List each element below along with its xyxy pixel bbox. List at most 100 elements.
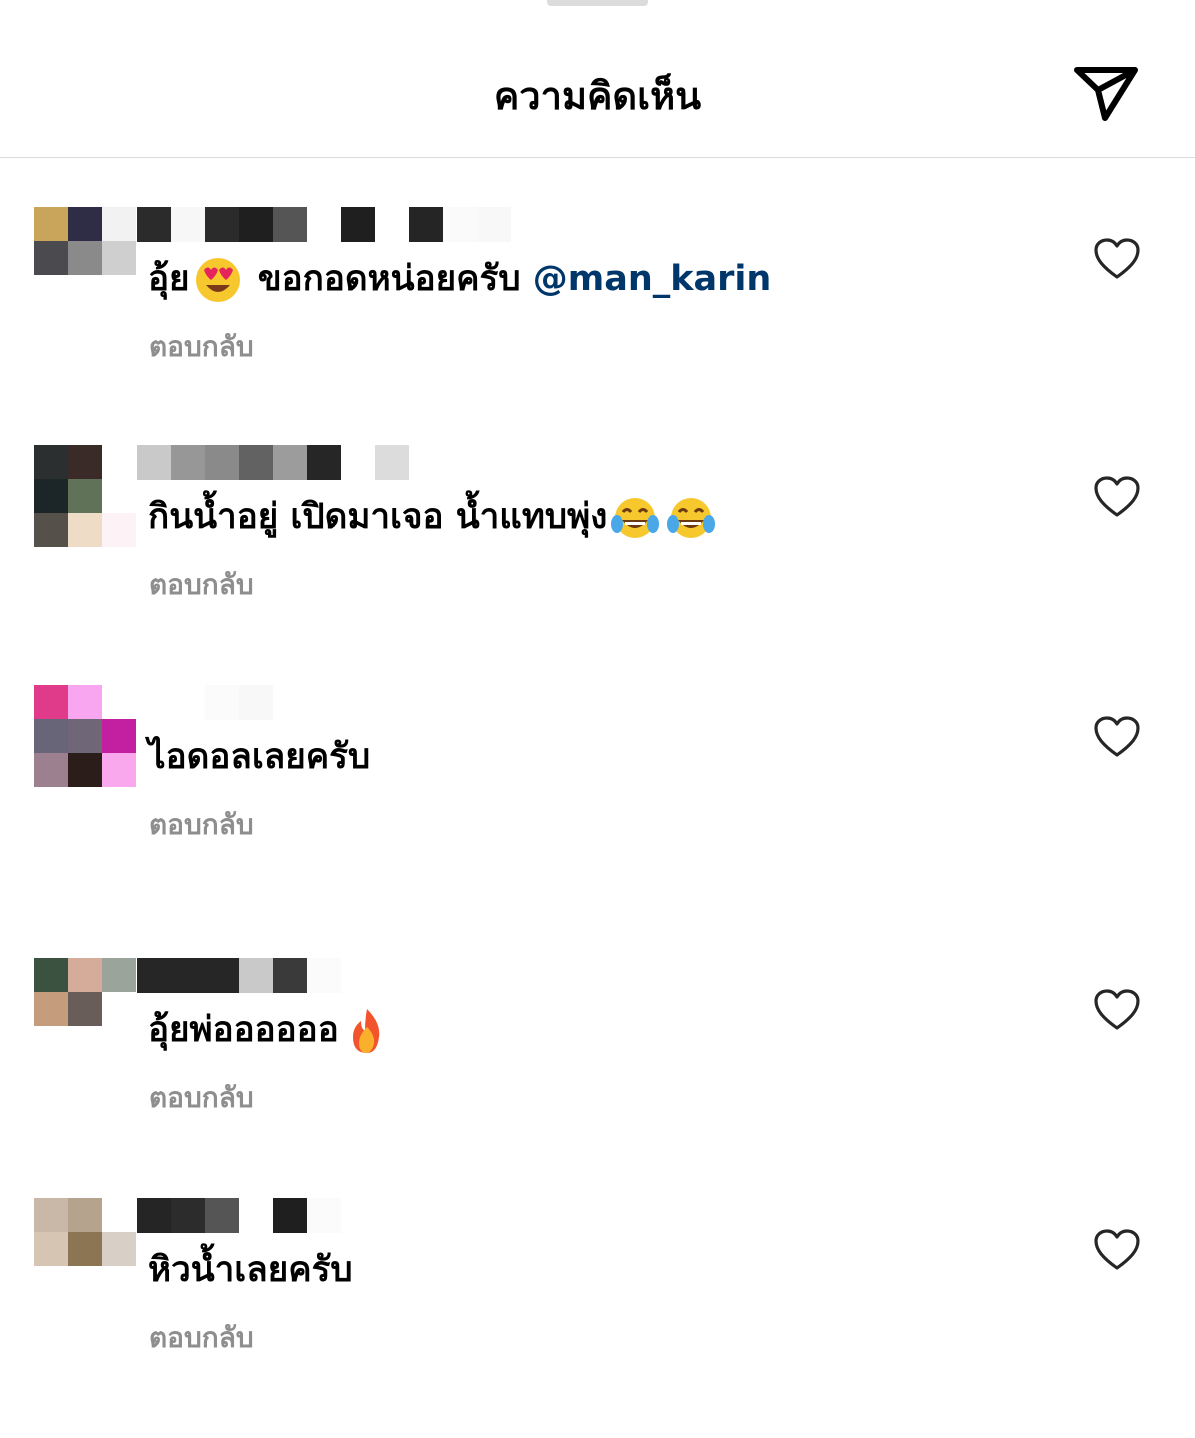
comment-item: อุ้ย ขอกอดหน่อยครับ @man_karin ตอบกลับ (0, 207, 1195, 447)
username-pixel (375, 445, 409, 480)
comment-body: ไอดอลเลยครับ (148, 737, 371, 777)
username-blurred[interactable] (137, 445, 409, 480)
comment-item: ไอดอลเลยครับตอบกลับ (0, 685, 1195, 925)
avatar-pixel (102, 1198, 136, 1232)
avatar[interactable] (34, 685, 138, 787)
username-pixel (443, 207, 477, 242)
avatar-pixel (102, 445, 136, 479)
avatar[interactable] (34, 207, 138, 277)
username-pixel (477, 207, 511, 242)
avatar[interactable] (34, 1198, 138, 1268)
username-pixel (171, 958, 205, 993)
username-pixel (307, 207, 341, 242)
avatar-pixel (34, 479, 68, 513)
comment-body: อุ้ย (148, 259, 190, 299)
username-pixel (137, 207, 171, 242)
comment-text: หิวน้ำเลยครับ (148, 1244, 353, 1296)
laughing-tears-emoji (611, 498, 660, 538)
avatar-pixel (102, 479, 136, 513)
username-blurred[interactable] (137, 685, 307, 720)
username-pixel (341, 445, 375, 480)
heart-eyes-emoji (195, 258, 240, 302)
avatar-pixel (102, 207, 136, 241)
avatar-pixel (68, 685, 102, 719)
heart-icon[interactable] (1093, 237, 1141, 281)
comment-item: อุ้ยพ่ออออออตอบกลับ (0, 958, 1195, 1198)
username-pixel (205, 1198, 239, 1233)
mention-link[interactable]: @man_karin (533, 259, 772, 299)
username-pixel (205, 207, 239, 242)
avatar-pixel (68, 1232, 102, 1266)
avatar-pixel (34, 685, 68, 719)
username-blurred[interactable] (137, 207, 511, 242)
username-pixel (341, 207, 375, 242)
avatar-pixel (34, 207, 68, 241)
avatar[interactable] (34, 958, 138, 1028)
avatar-pixel (102, 753, 136, 787)
avatar-pixel (102, 241, 136, 275)
reply-button[interactable]: ตอบกลับ (149, 1078, 254, 1118)
avatar-pixel (68, 992, 102, 1026)
avatar-pixel (34, 1198, 68, 1232)
username-pixel (307, 1198, 341, 1233)
send-icon[interactable] (1071, 62, 1141, 126)
reply-button[interactable]: ตอบกลับ (149, 805, 254, 845)
username-pixel (171, 445, 205, 480)
comment-body: อุ้ยพ่ออออออ (148, 1010, 339, 1050)
avatar-pixel (68, 241, 102, 275)
avatar-pixel (102, 719, 136, 753)
avatar-pixel (102, 513, 136, 547)
avatar-pixel (68, 958, 102, 992)
avatar-pixel (68, 1198, 102, 1232)
username-pixel (239, 685, 273, 720)
comments-header: ความคิดเห็น (0, 0, 1195, 158)
avatar-pixel (68, 753, 102, 787)
username-pixel (273, 445, 307, 480)
username-pixel (239, 207, 273, 242)
username-blurred[interactable] (137, 958, 341, 993)
comment-text: ไอดอลเลยครับ (148, 731, 370, 783)
comment-item: กินน้ำอยู่ เปิดมาเจอ น้ำแทบพุ่งตอบกลับ (0, 445, 1195, 685)
username-pixel (273, 207, 307, 242)
avatar-pixel (102, 958, 136, 992)
username-pixel (205, 685, 239, 720)
avatar-pixel (68, 513, 102, 547)
username-pixel (273, 958, 307, 993)
avatar[interactable] (34, 445, 138, 547)
username-blurred[interactable] (137, 1198, 341, 1233)
username-pixel (171, 685, 205, 720)
heart-icon[interactable] (1093, 1228, 1141, 1272)
avatar-pixel (34, 445, 68, 479)
comment-body-continued: ขอกอดหน่อยครับ (245, 259, 533, 299)
avatar-pixel (68, 207, 102, 241)
username-pixel (273, 1198, 307, 1233)
username-pixel (307, 445, 341, 480)
avatar-pixel (34, 992, 68, 1026)
fire-emoji (352, 1009, 379, 1053)
avatar-pixel (102, 992, 136, 1026)
username-pixel (307, 958, 341, 993)
comment-text: อุ้ยพ่ออออออ (148, 1004, 395, 1056)
username-pixel (171, 1198, 205, 1233)
heart-icon[interactable] (1093, 988, 1141, 1032)
comment-text: กินน้ำอยู่ เปิดมาเจอ น้ำแทบพุ่ง (148, 491, 719, 543)
username-pixel (137, 685, 171, 720)
comment-body: กินน้ำอยู่ เปิดมาเจอ น้ำแทบพุ่ง (148, 497, 608, 537)
heart-icon[interactable] (1093, 715, 1141, 759)
heart-icon[interactable] (1093, 475, 1141, 519)
username-pixel (239, 1198, 273, 1233)
avatar-pixel (68, 719, 102, 753)
username-pixel (205, 445, 239, 480)
avatar-pixel (34, 719, 68, 753)
reply-button[interactable]: ตอบกลับ (149, 565, 254, 605)
avatar-pixel (102, 685, 136, 719)
page-title: ความคิดเห็น (493, 74, 702, 118)
reply-button[interactable]: ตอบกลับ (149, 1318, 254, 1358)
avatar-pixel (34, 753, 68, 787)
avatar-pixel (102, 1232, 136, 1266)
avatar-pixel (34, 1232, 68, 1266)
avatar-pixel (34, 958, 68, 992)
avatar-pixel (34, 513, 68, 547)
reply-button[interactable]: ตอบกลับ (149, 327, 254, 367)
username-pixel (171, 207, 205, 242)
